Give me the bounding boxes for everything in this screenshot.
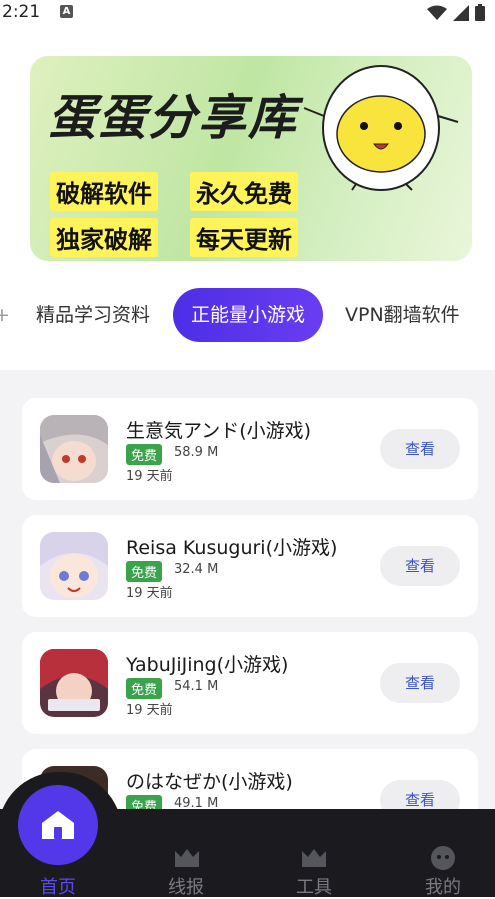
app-card[interactable]: YabuJiJing(小游戏) 免费 54.1 M 19 天前 查看	[22, 632, 478, 734]
banner-tag: 破解软件	[50, 172, 158, 211]
app-icon	[40, 532, 108, 600]
banner-tag: 每天更新	[190, 218, 298, 257]
tab-scroll-hint: +	[0, 304, 10, 326]
home-button[interactable]	[18, 785, 98, 865]
crown-icon[interactable]	[173, 843, 201, 871]
view-button[interactable]: 查看	[380, 663, 460, 703]
app-card[interactable]: 生意気アンド(小游戏) 免费 58.9 M 19 天前 查看	[22, 398, 478, 500]
app-date: 19 天前	[126, 586, 173, 601]
app-name: のはなぜか(小游戏)	[126, 771, 293, 793]
tab-mini-games[interactable]: 正能量小游戏	[173, 288, 324, 342]
app-icon	[40, 415, 108, 483]
banner-title: 蛋蛋分享库	[48, 90, 299, 146]
app-name: 生意気アンド(小游戏)	[126, 420, 312, 442]
signal-icon	[453, 4, 469, 21]
battery-icon	[475, 4, 485, 21]
app-size: 32.4 M	[174, 562, 219, 577]
banner-tag: 永久免费	[190, 172, 298, 211]
free-badge: 免费	[126, 561, 163, 582]
promo-banner[interactable]: 蛋蛋分享库 破解软件 永久免费 独家破解 每天更新	[30, 56, 472, 261]
free-badge: 免费	[126, 678, 163, 699]
view-button[interactable]: 查看	[380, 429, 460, 469]
wifi-icon	[427, 5, 447, 20]
status-bar: 2:21 A	[0, 0, 495, 28]
nav-label-tools[interactable]: 工具	[284, 873, 344, 899]
app-name: YabuJiJing(小游戏)	[126, 654, 289, 676]
app-size: 58.9 M	[174, 445, 219, 460]
egg-mascot-icon	[303, 65, 459, 191]
home-icon	[42, 811, 74, 839]
toolbox-icon[interactable]	[300, 843, 328, 871]
app-size: 54.1 M	[174, 679, 219, 694]
system-icons	[427, 4, 485, 21]
status-time: 2:21	[2, 2, 41, 22]
app-name: Reisa Kusuguri(小游戏)	[126, 537, 338, 559]
app-date: 19 天前	[126, 469, 173, 484]
tab-vpn-software[interactable]: VPN翻墙软件	[345, 288, 460, 342]
app-date: 19 天前	[126, 703, 173, 718]
free-badge: 免费	[126, 444, 163, 465]
profile-icon[interactable]	[429, 843, 457, 871]
nav-label-profile[interactable]: 我的	[413, 873, 473, 899]
nav-label-home[interactable]: 首页	[28, 873, 88, 899]
app-card[interactable]: Reisa Kusuguri(小游戏) 免费 32.4 M 19 天前 查看	[22, 515, 478, 617]
notification-icon: A	[60, 5, 73, 18]
category-tabs: + 精品学习资料 正能量小游戏 VPN翻墙软件	[0, 288, 495, 344]
app-icon	[40, 649, 108, 717]
tab-study-materials[interactable]: 精品学习资料	[36, 288, 150, 342]
nav-label-deals[interactable]: 线报	[156, 873, 216, 899]
view-button[interactable]: 查看	[380, 546, 460, 586]
banner-tag: 独家破解	[50, 218, 158, 257]
